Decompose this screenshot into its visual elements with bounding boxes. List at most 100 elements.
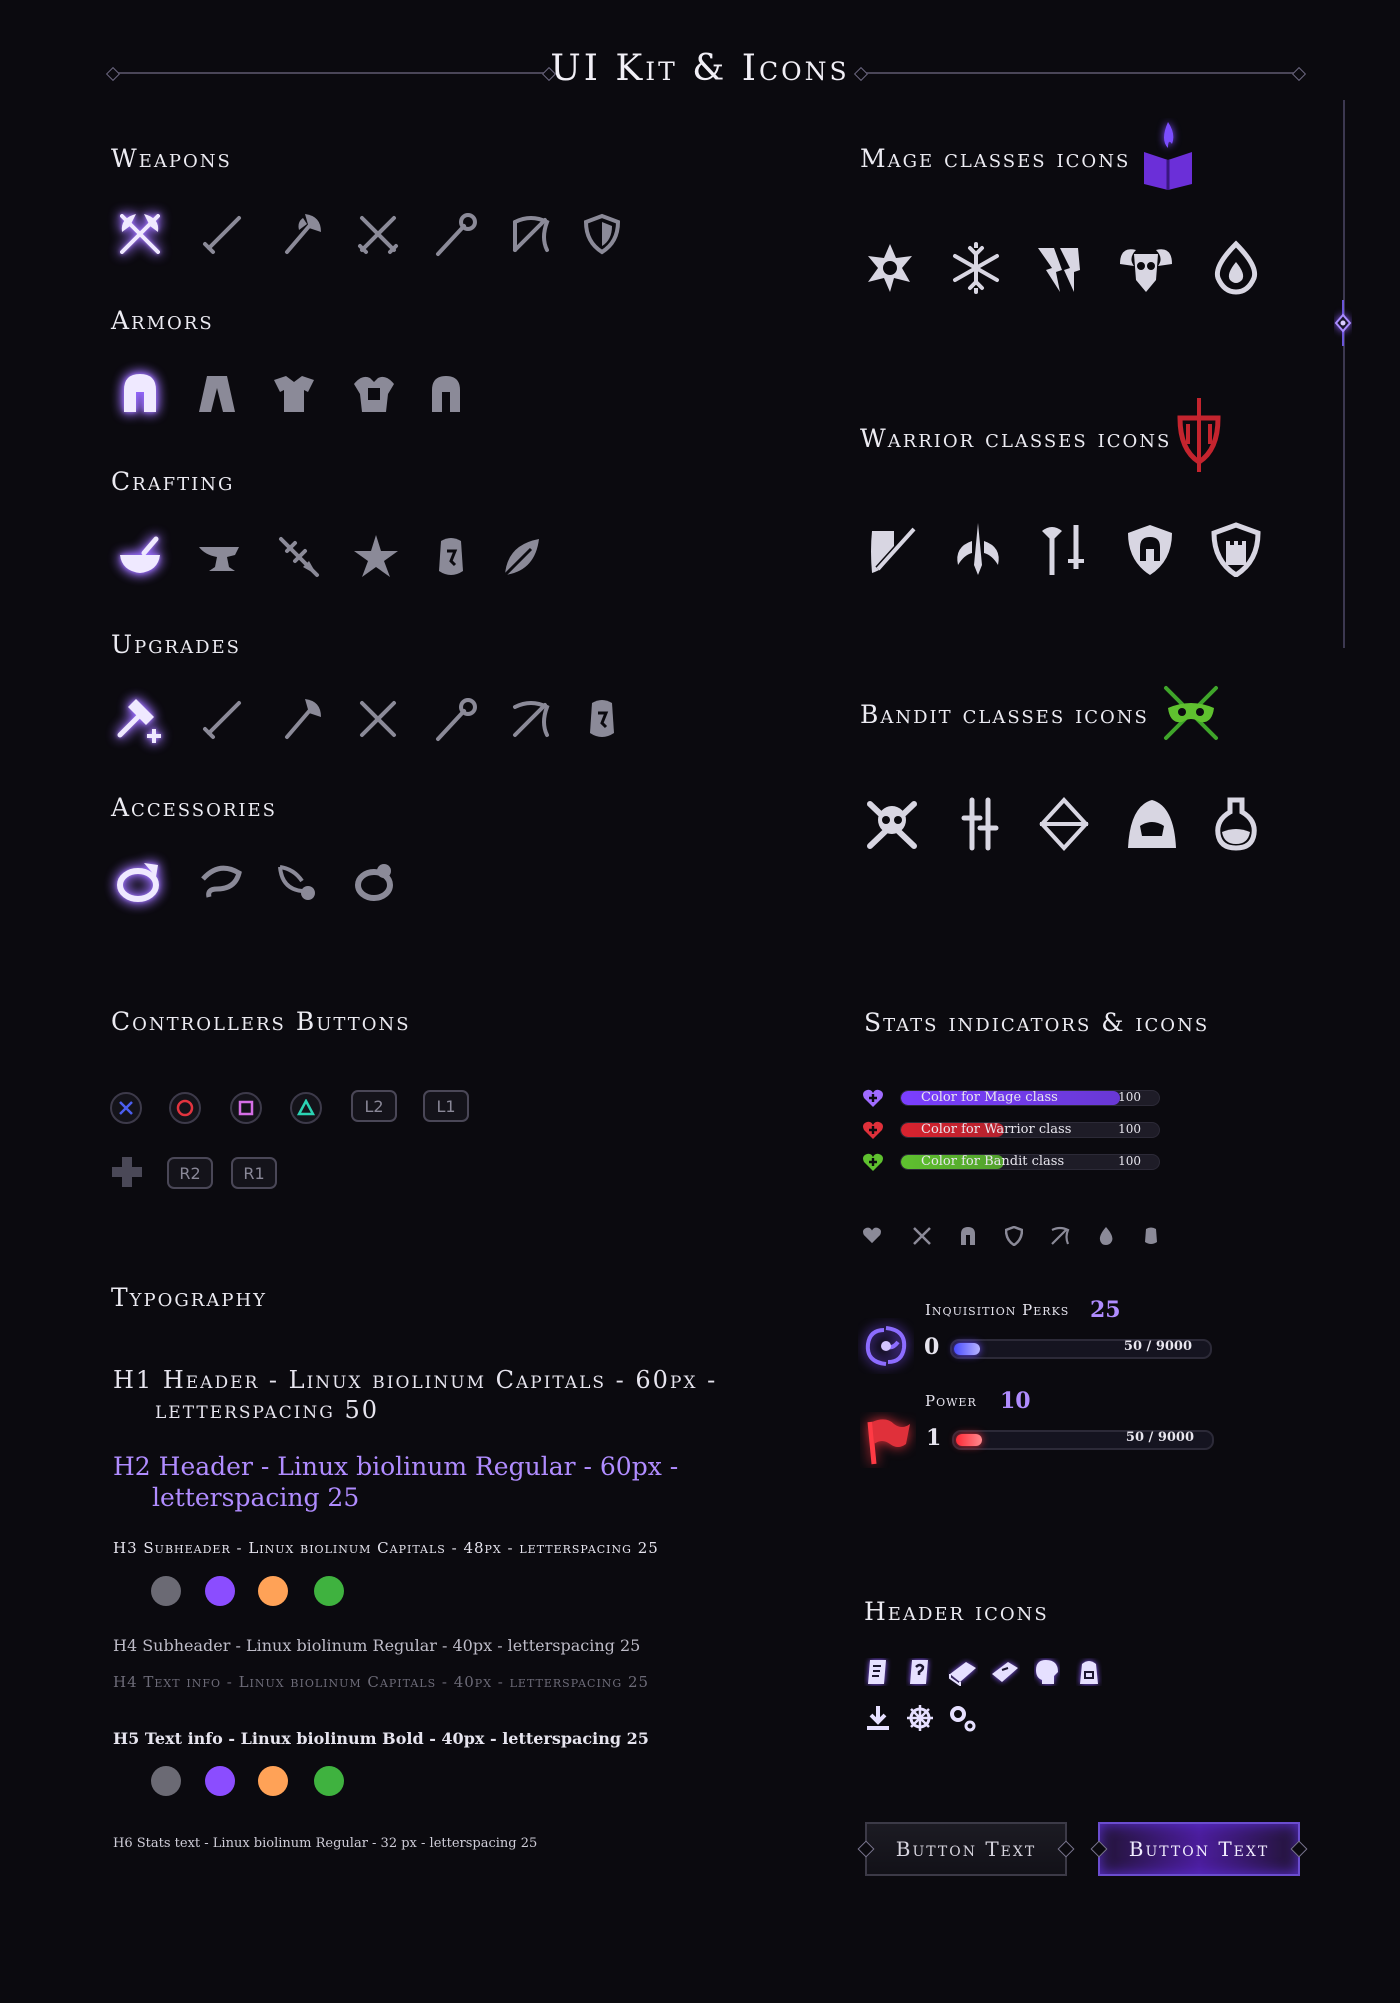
square-icon [238, 1100, 254, 1116]
power-progress-text: 50 / 9000 [1125, 1430, 1194, 1445]
power-label: Power [925, 1392, 977, 1410]
axe-sword-icon[interactable] [1036, 521, 1092, 577]
fire-flower-icon[interactable] [862, 240, 918, 296]
book-icon[interactable] [948, 1658, 978, 1686]
crossed-axes-icon[interactable] [114, 208, 166, 260]
shield-icon [1005, 1226, 1023, 1246]
fletching-icon[interactable] [273, 531, 325, 583]
square-button[interactable] [230, 1092, 262, 1124]
h2-sample: H2 Header - Linux biolinum Regular - 60p… [113, 1452, 679, 1481]
mortar-icon[interactable] [114, 531, 166, 583]
spellbook-icon[interactable] [990, 1658, 1020, 1686]
hood-icon[interactable] [1124, 796, 1180, 852]
sword-wings-icon[interactable] [950, 521, 1006, 577]
anvil-icon[interactable] [195, 531, 247, 583]
section-typography: Typography [111, 1283, 268, 1312]
ram-skull-icon[interactable] [1116, 240, 1176, 296]
scrollbar-track[interactable] [1343, 100, 1345, 648]
perks-level: 0 [924, 1334, 940, 1360]
l1-button[interactable]: L1 [423, 1090, 469, 1122]
chestplate-icon[interactable] [268, 368, 320, 420]
bandit-stat-value: 100 [1118, 1154, 1141, 1168]
snowflake-icon[interactable] [948, 240, 1004, 296]
download-icon[interactable] [864, 1704, 892, 1732]
flame-drop-icon[interactable] [1208, 240, 1264, 296]
head-icon[interactable] [1034, 1658, 1060, 1686]
robe-icon[interactable] [191, 368, 243, 420]
axe-icon[interactable] [275, 693, 327, 745]
rune-stone-icon [1145, 1227, 1157, 1244]
perks-label: Inquisition Perks [925, 1301, 1070, 1319]
spellbook-flame-icon [1140, 118, 1196, 190]
button-active[interactable]: Button Text [1098, 1822, 1300, 1876]
r1-button[interactable]: R1 [231, 1157, 277, 1189]
perks-points: 25 [1090, 1297, 1121, 1323]
sword-icon[interactable] [197, 208, 249, 260]
section-crafting: Crafting [111, 467, 235, 496]
gear-wheel-icon[interactable] [906, 1704, 934, 1732]
helmet-icon [961, 1227, 975, 1245]
l2-button[interactable]: L2 [351, 1090, 397, 1122]
crossed-swords-icon[interactable] [352, 208, 404, 260]
color-swatch-orange-2 [258, 1766, 288, 1796]
lightning-claw-icon[interactable] [1032, 240, 1088, 296]
h4-sample: H4 Subheader - Linux biolinum Regular - … [113, 1636, 641, 1655]
button-normal[interactable]: Button Text [865, 1822, 1067, 1876]
h1-sample: H1 Header - Linux biolinum Capitals - 60… [113, 1366, 718, 1394]
triangle-button[interactable] [290, 1092, 322, 1124]
bow-icon[interactable] [505, 693, 557, 745]
backpack-icon[interactable] [1076, 1658, 1102, 1686]
daggers-icon[interactable] [952, 796, 1008, 852]
knight-helmet-icon[interactable] [420, 368, 472, 420]
hammer-plus-icon[interactable] [114, 693, 166, 745]
castle-shield-icon[interactable] [1208, 521, 1264, 577]
circle-button[interactable] [169, 1092, 201, 1124]
color-swatch-purple [205, 1576, 235, 1606]
color-swatch-purple-2 [205, 1766, 235, 1796]
scrollbar-thumb[interactable] [1334, 300, 1352, 346]
color-swatch-gray-2 [151, 1766, 181, 1796]
flame-icon [1099, 1227, 1113, 1245]
bandit-stat-bar: Color for Bandit class 100 [900, 1154, 1160, 1170]
helmet-icon[interactable] [114, 368, 166, 420]
sword-shield-icon[interactable] [864, 521, 920, 577]
r2-button[interactable]: R2 [167, 1157, 213, 1189]
triangle-icon [297, 1099, 315, 1116]
heavy-armor-icon[interactable] [348, 368, 400, 420]
section-header-icons: Header icons [864, 1597, 1049, 1626]
cross-icon [119, 1101, 133, 1115]
helmet-shield-icon[interactable] [1122, 521, 1178, 577]
ring-icon[interactable] [114, 855, 166, 907]
settings-gears-icon[interactable] [948, 1704, 978, 1734]
section-upgrades: Upgrades [111, 630, 242, 659]
bow-arrow-icon[interactable] [1036, 796, 1092, 852]
crossed-swords-icon[interactable] [352, 693, 404, 745]
shield-icon[interactable] [576, 208, 628, 260]
scroll-icon[interactable] [864, 1658, 892, 1686]
mask-daggers-emblem-icon [1160, 682, 1222, 744]
amulet-icon[interactable] [195, 855, 247, 907]
dpad-icon[interactable] [110, 1155, 144, 1189]
sword-icon[interactable] [197, 693, 249, 745]
axe-icon[interactable] [275, 208, 327, 260]
herb-star-icon[interactable] [350, 531, 402, 583]
scroll-quest-icon[interactable] [906, 1658, 934, 1686]
warrior-stat-label: Color for Warrior class [921, 1122, 1072, 1137]
staff-icon[interactable] [430, 693, 482, 745]
skull-crossbones-icon[interactable] [864, 796, 920, 852]
staff-icon[interactable] [430, 208, 482, 260]
potion-icon[interactable] [1208, 796, 1264, 852]
section-mage-classes: Mage classes icons [860, 144, 1131, 173]
section-stats: Stats indicators & icons [864, 1008, 1210, 1037]
necklace-icon[interactable] [272, 855, 324, 907]
rune-stone-icon[interactable] [576, 693, 628, 745]
cross-button[interactable] [110, 1092, 142, 1124]
bow-icon[interactable] [505, 208, 557, 260]
mage-stat-label: Color for Mage class [921, 1090, 1058, 1105]
gem-ring-icon[interactable] [350, 855, 402, 907]
crossed-swords-icon [913, 1227, 931, 1245]
leaf-icon[interactable] [497, 531, 549, 583]
rune-stone-icon[interactable] [425, 531, 477, 583]
swirl-vortex-icon [865, 1326, 907, 1366]
warrior-stat-value: 100 [1118, 1122, 1141, 1136]
